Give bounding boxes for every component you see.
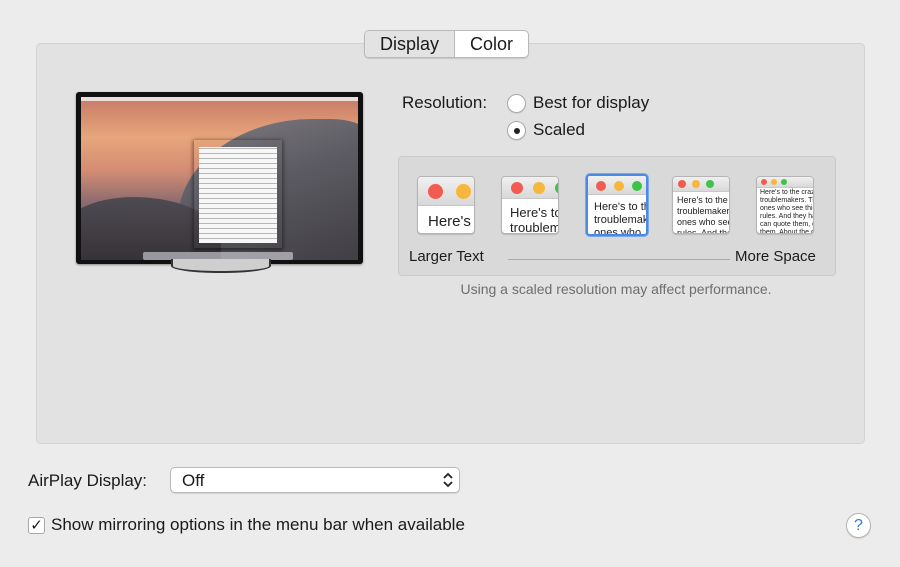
radio-button-selected[interactable] [507,120,526,140]
radio-label: Best for display [533,93,650,112]
scale-option-5[interactable]: Here's to the crazy one troublemakers. T… [756,176,814,234]
tab-bar: Display Color [364,30,530,58]
close-dot-icon [678,180,686,188]
sample-text: Here's to the cr troublemakers ones who … [677,195,730,234]
close-dot-icon [511,182,523,194]
minimize-dot-icon [771,179,777,185]
desktop-wallpaper [81,97,358,260]
zoom-dot-icon [781,179,787,185]
minimize-dot-icon [614,181,624,191]
tab-color[interactable]: Color [455,31,528,57]
scale-option-2[interactable]: Here's to troublem [501,176,559,234]
help-icon[interactable]: ? [846,513,871,538]
scale-track-line [508,259,730,260]
sample-text: Here's [428,213,471,230]
scale-option-3-selected[interactable]: Here's to th troublemak ones who [586,174,648,236]
performance-note: Using a scaled resolution may affect per… [460,281,772,297]
more-space-label: More Space [735,248,816,265]
larger-text-label: Larger Text [409,248,484,265]
airplay-display-label: AirPlay Display: [28,471,148,490]
display-preview-image [76,92,363,273]
radio-button[interactable] [507,93,526,113]
sample-text: Here's to the crazy one troublemakers. T… [760,189,813,234]
zoom-dot-icon [706,180,714,188]
checkmark-icon[interactable]: ✓ [28,516,45,534]
minimize-dot-icon [456,184,471,199]
mini-document-window [193,139,283,249]
close-dot-icon [596,181,606,191]
radio-best-for-display[interactable]: Best for display [507,93,649,113]
minimize-dot-icon [533,182,545,194]
resolution-label: Resolution: [402,93,488,112]
scale-option-1[interactable]: Here's [417,176,475,234]
mirroring-checkbox-row[interactable]: ✓ Show mirroring options in the menu bar… [28,515,465,535]
zoom-dot-icon [632,181,642,191]
chevron-updown-icon [443,472,453,488]
close-dot-icon [428,184,443,199]
airplay-display-select[interactable]: Off [170,467,460,493]
mirroring-label: Show mirroring options in the menu bar w… [51,515,465,534]
sample-text: Here's to th troublemak ones who [594,201,648,236]
radio-scaled[interactable]: Scaled [507,120,585,140]
sample-text: Here's to troublem [510,205,559,234]
close-dot-icon [761,179,767,185]
minimize-dot-icon [692,180,700,188]
tab-display[interactable]: Display [365,31,456,57]
mini-menubar [81,97,358,101]
monitor-bezel [76,92,363,264]
scale-option-4[interactable]: Here's to the cr troublemakers ones who … [672,176,730,234]
monitor-stand [171,259,271,273]
radio-label: Scaled [533,120,585,139]
airplay-display-value: Off [182,471,205,490]
